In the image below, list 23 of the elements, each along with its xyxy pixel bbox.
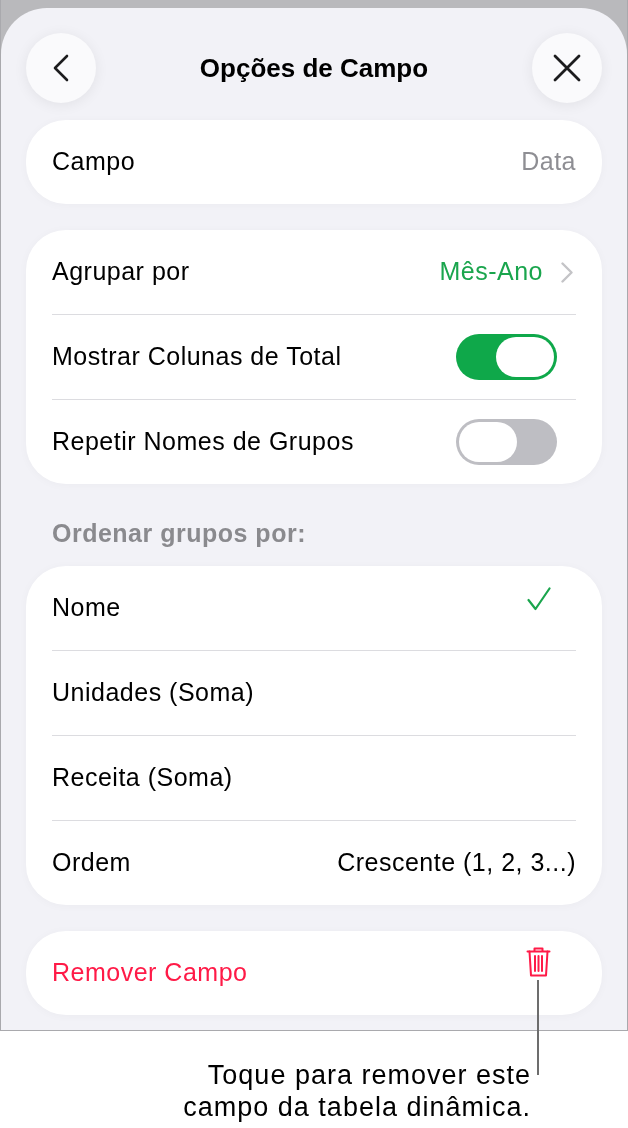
order-value: Crescente (1, 2, 3...): [337, 847, 576, 879]
group-by-row[interactable]: Agrupar por Mês-Ano: [26, 230, 602, 314]
callout-text: Toque para remover este campo da tabela dinâmica.: [183, 1059, 531, 1123]
field-value: Data: [521, 146, 576, 178]
trash-icon: [526, 947, 551, 977]
sort-option[interactable]: Nome: [26, 566, 602, 650]
chevron-right-icon: [561, 261, 573, 283]
toggle-switch[interactable]: [456, 334, 557, 380]
setting-label: Repetir Nomes de Grupos: [52, 426, 354, 458]
remove-field-button[interactable]: Remover Campo: [26, 931, 602, 1015]
setting-label: Agrupar por: [52, 256, 190, 288]
order-row[interactable]: Ordem Crescente (1, 2, 3...): [26, 821, 602, 905]
order-label: Ordem: [52, 847, 131, 879]
section-header: Ordenar grupos por:: [51, 518, 307, 548]
sort-option[interactable]: Receita (Soma): [26, 736, 602, 820]
sheet-title: Opções de Campo: [199, 51, 429, 85]
setting-label: Mostrar Colunas de Total: [52, 341, 342, 373]
toggle-switch[interactable]: [456, 419, 557, 465]
setting-value: Mês-Ano: [439, 256, 543, 288]
sort-option[interactable]: Unidades (Soma): [26, 651, 602, 735]
close-icon: [553, 54, 581, 82]
back-chevron-icon: [53, 54, 69, 82]
field-label: Campo: [52, 146, 136, 178]
